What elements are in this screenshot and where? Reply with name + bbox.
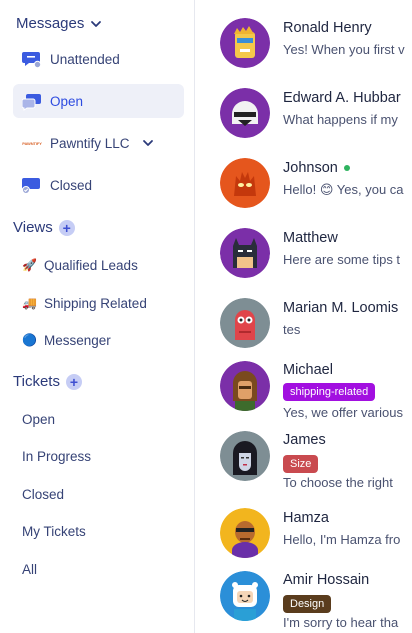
truck-icon: 🚚 [22, 296, 37, 310]
sidebar-item-tickets-my-tickets[interactable]: My Tickets [13, 514, 184, 548]
chat-bubbles-icon [22, 94, 41, 111]
contact-name: Marian M. Loomis [283, 300, 399, 316]
sidebar-item-unattended[interactable]: Unattended [13, 42, 184, 76]
contact-name: Ronald Henry [283, 20, 372, 36]
conversation-item[interactable]: Hamza Hello, I'm Hamza fro [196, 498, 412, 568]
avatar [220, 158, 270, 208]
message-preview: What happens if my [283, 112, 398, 127]
sidebar-item-label: Messenger [44, 332, 111, 348]
sidebar-item-label: My Tickets [22, 523, 86, 539]
pawntify-logo: PAWNTIFY [22, 140, 42, 146]
sidebar-item-label: Open [50, 93, 84, 109]
avatar [220, 431, 270, 481]
tag-badge[interactable]: Size [283, 455, 319, 473]
message-preview: Hello! 😊 Yes, you ca [283, 182, 404, 197]
contact-name: Edward A. Hubbar [283, 90, 401, 106]
sidebar-item-label: Shipping Related [44, 295, 147, 311]
avatar [220, 571, 270, 621]
sidebar-item-tickets-all[interactable]: All [13, 552, 184, 586]
avatar [220, 88, 270, 138]
conversation-item[interactable]: Ronald Henry Yes! When you first v [196, 8, 412, 78]
sidebar-item-shipping-related[interactable]: 🚚 Shipping Related [13, 286, 184, 320]
chat-check-icon [22, 178, 40, 194]
sidebar-item-closed[interactable]: Closed [13, 168, 184, 202]
message-preview: Yes! When you first v [283, 42, 405, 57]
views-section-header: Views + [13, 219, 75, 236]
conversation-item[interactable]: Amir Hossain Design I'm sorry to hear th… [196, 568, 412, 633]
sidebar-item-label: Closed [22, 486, 65, 502]
sidebar-item-label: Closed [50, 177, 93, 193]
message-preview: tes [283, 322, 301, 337]
message-preview: To choose the right [283, 475, 393, 490]
sidebar-item-label: All [22, 561, 38, 577]
sidebar: Messages Unattended Open PAWNTIFY Pawnti… [0, 0, 195, 633]
views-title: Views [13, 219, 53, 236]
tickets-section-header: Tickets + [13, 373, 82, 390]
contact-name: Hamza [283, 510, 329, 526]
sidebar-item-open[interactable]: Open [13, 84, 184, 118]
rocket-icon: 🚀 [22, 258, 37, 272]
sidebar-item-pawntify-llc[interactable]: PAWNTIFY Pawntify LLC [13, 126, 184, 160]
conversation-item[interactable]: Johnson Hello! 😊 Yes, you ca [196, 148, 412, 218]
contact-name: Amir Hossain [283, 572, 370, 588]
online-status-dot [343, 165, 350, 172]
tag-badge[interactable]: Design [283, 595, 332, 613]
tickets-title: Tickets [13, 373, 60, 390]
tag-badge[interactable]: shipping-related [283, 383, 376, 401]
conversation-item[interactable]: Marian M. Loomis tes [196, 288, 412, 358]
blue-circle-icon: 🔵 [22, 333, 37, 347]
avatar [220, 508, 270, 558]
avatar [220, 361, 270, 411]
chat-bubble-icon [22, 52, 42, 69]
chevron-down-icon[interactable] [142, 137, 154, 149]
contact-name: Matthew [283, 230, 338, 246]
messages-title: Messages [16, 15, 85, 32]
sidebar-item-tickets-closed[interactable]: Closed [13, 477, 184, 511]
sidebar-item-label: Open [22, 411, 56, 427]
sidebar-item-tickets-open[interactable]: Open [13, 402, 184, 436]
conversation-item[interactable]: Matthew Here are some tips t [196, 218, 412, 288]
sidebar-item-label: Unattended [50, 51, 120, 67]
conversation-item[interactable]: Edward A. Hubbar What happens if my [196, 78, 412, 148]
conversation-item[interactable]: James Size To choose the right [196, 428, 412, 498]
message-preview: Here are some tips t [283, 252, 401, 267]
sidebar-item-messenger[interactable]: 🔵 Messenger [13, 323, 184, 357]
message-preview: Yes, we offer various [283, 405, 403, 420]
sidebar-item-label: Qualified Leads [44, 257, 138, 273]
sidebar-item-qualified-leads[interactable]: 🚀 Qualified Leads [13, 248, 184, 282]
sidebar-item-label: Pawntify LLC [50, 135, 130, 151]
sidebar-item-tickets-in-progress[interactable]: In Progress [13, 439, 184, 473]
contact-name: James [283, 432, 326, 448]
conversation-item[interactable]: Michael shipping-related Yes, we offer v… [196, 358, 412, 428]
message-preview: I'm sorry to hear tha [283, 615, 399, 630]
message-preview: Hello, I'm Hamza fro [283, 532, 401, 547]
add-ticket-icon[interactable]: + [65, 373, 82, 390]
conversation-list: Ronald Henry Yes! When you first v Edwar… [196, 0, 412, 633]
add-view-icon[interactable]: + [58, 219, 75, 236]
contact-name: Johnson [283, 160, 350, 176]
sidebar-item-label: In Progress [22, 448, 92, 464]
avatar [220, 228, 270, 278]
chevron-down-icon[interactable] [90, 18, 102, 30]
contact-name: Michael [283, 362, 333, 378]
messages-section-header[interactable]: Messages [16, 15, 102, 32]
avatar [220, 18, 270, 68]
avatar [220, 298, 270, 348]
